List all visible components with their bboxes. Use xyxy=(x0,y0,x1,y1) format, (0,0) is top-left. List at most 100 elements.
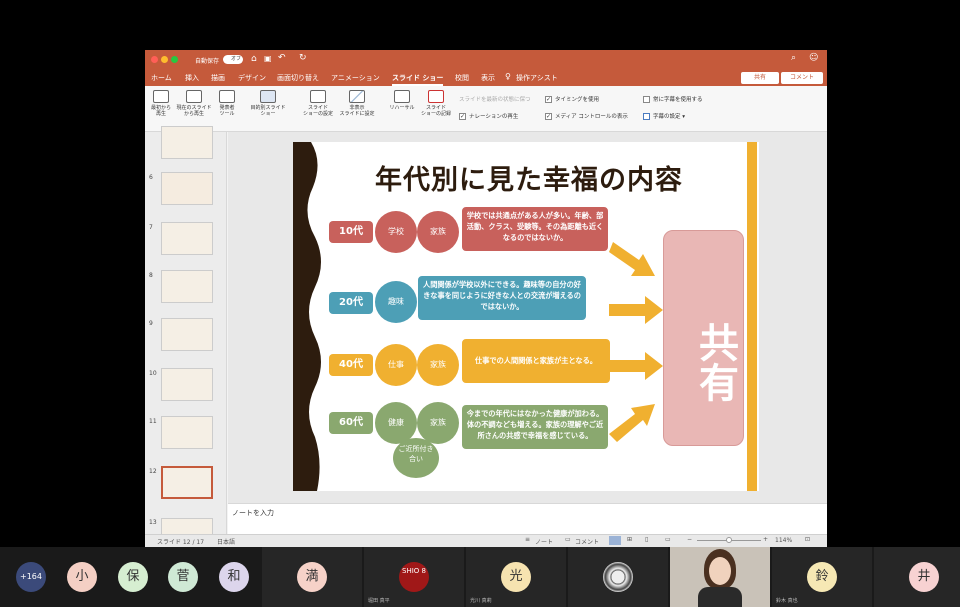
hide-slide-button[interactable]: 非表示 スライドに設定 xyxy=(337,90,377,117)
subtitle-icon xyxy=(643,113,650,120)
save-icon[interactable]: ▣ xyxy=(264,54,272,63)
thumb-number: 13 xyxy=(149,519,157,526)
powerpoint-window: 自動保存 オフ ⌂ ▣ ↶ ↻ ⌕ ☺ ホーム 挿入 描画 デザイン 画面切り替… xyxy=(145,50,827,547)
hide-slide-label: 非表示 スライドに設定 xyxy=(339,105,375,117)
avatar[interactable]: 和 xyxy=(219,562,249,592)
thumb-number: 10 xyxy=(149,370,157,377)
tab-review[interactable]: 校閲 xyxy=(455,73,469,83)
participant-tile[interactable]: 光 光川 真莉 xyxy=(466,547,566,607)
thumbnail-12[interactable] xyxy=(161,466,213,499)
participant-video[interactable] xyxy=(670,547,770,607)
use-timings-checkbox[interactable]: ✓ タイミングを使用 xyxy=(545,95,599,103)
autosave-toggle[interactable]: オフ xyxy=(223,55,243,64)
slideshow-view-icon[interactable]: ▭ xyxy=(665,536,671,543)
notes-icon[interactable]: ≡ xyxy=(525,536,530,543)
age-label: 10代 xyxy=(329,221,373,243)
zoom-out-icon[interactable]: − xyxy=(687,536,692,543)
slide-canvas: 年代別に見た幸福の内容 10代 学校 家族 学校では共通点がある人が多い。年齢、… xyxy=(228,132,827,503)
tab-home[interactable]: ホーム xyxy=(151,73,172,83)
thumbnail-7[interactable] xyxy=(161,222,213,255)
zoom-in-icon[interactable]: + xyxy=(763,536,768,543)
avatar[interactable]: 菅 xyxy=(168,562,198,592)
title-bar: 自動保存 オフ ⌂ ▣ ↶ ↻ ⌕ ☺ xyxy=(145,50,827,70)
avatar[interactable]: 小 xyxy=(67,562,97,592)
search-icon[interactable]: ⌕ xyxy=(791,53,796,63)
ribbon: 最初から 再生 現在のスライド から再生 発表者 ツール 目的別スライド ショー… xyxy=(145,86,827,132)
setup-icon xyxy=(310,90,326,103)
share-button[interactable]: 共有 xyxy=(741,72,779,84)
status-bar: スライド 12 / 17 日本語 ≡ ノート ▭ コメント ⊞ ▯ ▭ − + … xyxy=(145,534,827,547)
autosave-label: 自動保存 xyxy=(195,58,220,65)
always-subtitles-checkbox[interactable]: 常に字幕を使用する xyxy=(643,95,703,103)
fit-icon[interactable]: ⊡ xyxy=(805,536,810,543)
age-label: 60代 xyxy=(329,412,373,434)
thumbnail-9[interactable] xyxy=(161,318,213,351)
custom-show-button[interactable]: 目的別スライド ショー xyxy=(245,90,291,117)
undo-icon[interactable]: ↶ xyxy=(278,53,286,63)
home-icon[interactable]: ⌂ xyxy=(251,54,257,64)
always-subtitles-label: 常に字幕を使用する xyxy=(653,97,703,103)
redo-icon[interactable]: ↻ xyxy=(299,53,307,63)
circle-neighbors: ご近所付き合い xyxy=(393,438,439,478)
setup-show-label: スライド ショーの設定 xyxy=(302,105,333,117)
use-timings-label: タイミングを使用 xyxy=(555,97,600,103)
thumbnail-6[interactable] xyxy=(161,172,213,205)
thumbnail-10[interactable] xyxy=(161,368,213,401)
tab-design[interactable]: デザイン xyxy=(238,73,266,83)
tab-view[interactable]: 表示 xyxy=(481,73,495,83)
play-from-start-button[interactable]: 最初から 再生 xyxy=(149,90,173,117)
tab-insert[interactable]: 挿入 xyxy=(185,73,199,83)
record-show-label: スライド ショーの記録 xyxy=(420,105,451,117)
more-participants[interactable]: +164 xyxy=(16,562,46,592)
avatar: 満 xyxy=(297,562,327,592)
comments-toggle[interactable]: コメント xyxy=(575,537,599,546)
close-icon[interactable] xyxy=(151,56,158,63)
thumb-number: 8 xyxy=(149,272,153,279)
minimize-icon[interactable] xyxy=(161,56,168,63)
comment-button[interactable]: コメント xyxy=(781,72,823,84)
thumbnail-5[interactable] xyxy=(161,126,213,159)
rehearse-button[interactable]: リハーサル xyxy=(387,90,417,111)
play-narration-checkbox[interactable]: ✓ ナレーションの再生 xyxy=(459,112,518,120)
circle-work: 仕事 xyxy=(375,344,417,386)
wavy-border xyxy=(293,142,321,491)
participant-tile[interactable]: 鈴 鈴木 真也 xyxy=(772,547,872,607)
notes-pane[interactable]: ノートを入力 xyxy=(228,503,827,534)
user-icon[interactable]: ☺ xyxy=(809,53,818,63)
show-media-controls-checkbox[interactable]: ✓ メディア コントロールの表示 xyxy=(545,112,628,120)
subtitle-settings-button[interactable]: 字幕の設定 ▾ xyxy=(643,112,685,120)
thumb-number: 7 xyxy=(149,224,153,231)
slide-thumbnails: 6 7 8 9 10 11 12 13 xyxy=(145,126,227,547)
description-box: 仕事での人間関係と家族が主となる。 xyxy=(461,338,611,384)
setup-show-button[interactable]: スライド ショーの設定 xyxy=(301,90,335,117)
play-narration-label: ナレーションの再生 xyxy=(469,114,519,120)
play-from-current-button[interactable]: 現在のスライド から再生 xyxy=(175,90,213,117)
language[interactable]: 日本語 xyxy=(217,537,235,546)
participant-tile[interactable] xyxy=(568,547,668,607)
tab-slideshow[interactable]: スライド ショー xyxy=(392,73,444,86)
normal-view-icon[interactable] xyxy=(609,536,621,545)
tab-animations[interactable]: アニメーション xyxy=(331,73,380,83)
share-box: 共有 xyxy=(663,230,744,446)
comments-icon[interactable]: ▭ xyxy=(565,536,571,543)
thumbnail-8[interactable] xyxy=(161,270,213,303)
keep-updated-checkbox[interactable]: スライドを最新の状態に保つ xyxy=(459,95,531,103)
tab-draw[interactable]: 描画 xyxy=(211,73,225,83)
zoom-level[interactable]: 114% xyxy=(775,537,792,544)
notes-toggle[interactable]: ノート xyxy=(535,537,553,546)
thumbnail-11[interactable] xyxy=(161,416,213,449)
participant-tile[interactable]: SHIO 8 堀田 真平 xyxy=(364,547,464,607)
participant-tile[interactable]: 井 xyxy=(874,547,960,607)
presenter-view-button[interactable]: 発表者 ツール xyxy=(215,90,239,117)
record-show-button[interactable]: スライド ショーの記録 xyxy=(419,90,453,117)
zoom-icon[interactable] xyxy=(171,56,178,63)
slide[interactable]: 年代別に見た幸福の内容 10代 学校 家族 学校では共通点がある人が多い。年齢、… xyxy=(293,142,759,491)
participant-name: 光川 真莉 xyxy=(470,598,492,604)
tab-transitions[interactable]: 画面切り替え xyxy=(277,73,319,83)
participant-tile[interactable]: 満 xyxy=(262,547,362,607)
reading-view-icon[interactable]: ▯ xyxy=(645,536,648,543)
avatar[interactable]: 保 xyxy=(118,562,148,592)
zoom-handle[interactable] xyxy=(726,537,732,543)
sorter-view-icon[interactable]: ⊞ xyxy=(627,536,632,543)
tab-tell-me[interactable]: 操作アシスト xyxy=(516,73,558,83)
